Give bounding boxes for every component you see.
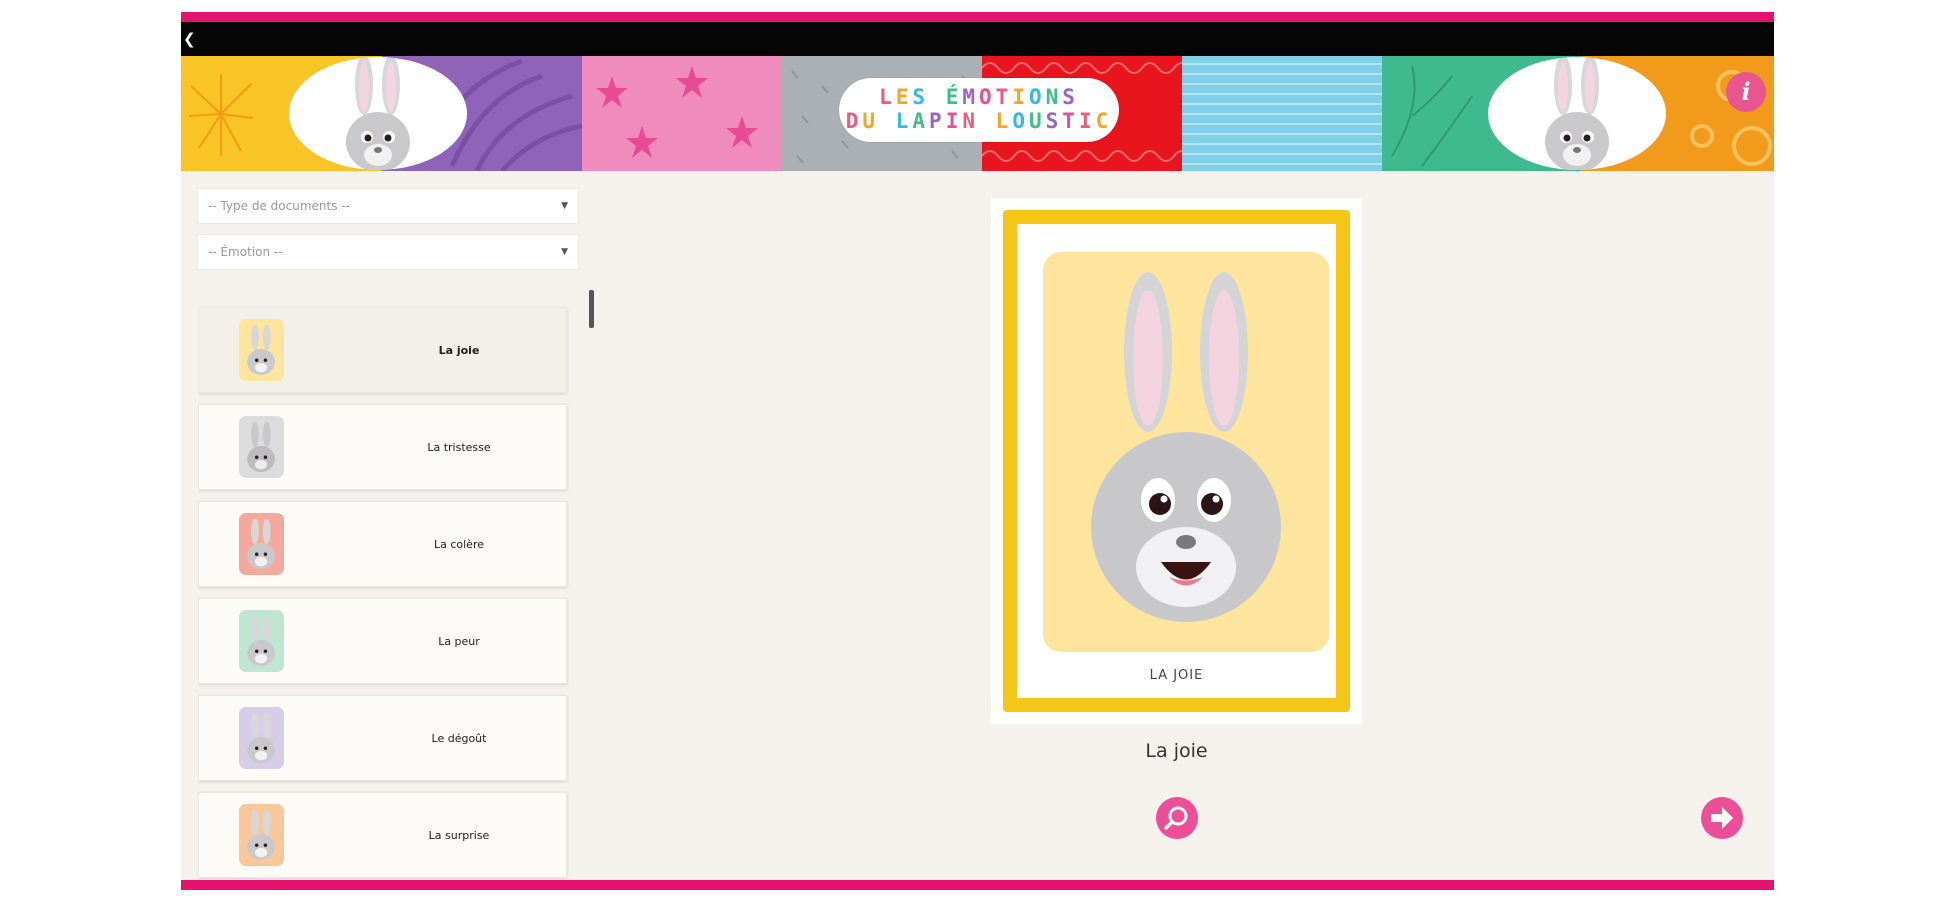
caret-down-icon: ▼ xyxy=(561,247,568,257)
bunny-portrait-left xyxy=(289,57,467,170)
info-icon[interactable]: i xyxy=(1726,72,1766,112)
bunny-icon xyxy=(346,57,410,170)
list-item-label: La tristesse xyxy=(427,441,491,454)
list-scrollbar[interactable] xyxy=(589,290,594,328)
bunny-icon xyxy=(247,616,275,666)
banner-panel-blue xyxy=(1182,56,1382,171)
card-caption: LA JOIE xyxy=(1149,668,1204,683)
thumbnail xyxy=(239,707,284,769)
list-item-la-joie[interactable]: La joie xyxy=(198,307,567,393)
list-item-le-degout[interactable]: Le dégoût xyxy=(198,695,567,781)
emotion-select[interactable]: -- Émotion -- ▼ xyxy=(197,234,579,270)
bunny-icon xyxy=(247,519,275,569)
emotion-list: La joie La tristesse La colère La peur L… xyxy=(198,295,569,885)
document-type-placeholder: -- Type de documents -- xyxy=(208,199,350,213)
selected-item-title: La joie xyxy=(1145,740,1208,762)
bunny-portrait-right xyxy=(1488,57,1666,170)
happy-bunny-icon xyxy=(1091,272,1281,622)
stripe-pattern xyxy=(1182,63,1382,165)
document-type-select[interactable]: -- Type de documents -- ▼ xyxy=(197,188,579,224)
back-arrow-icon[interactable]: ❮ xyxy=(183,30,199,48)
thumbnail xyxy=(239,610,284,672)
bunny-icon xyxy=(247,422,275,472)
star-pattern xyxy=(596,66,758,158)
emotion-card: LA JOIE xyxy=(991,198,1362,724)
header-banner: LES ÉMOTIONS DU LAPIN LOUSTIC i xyxy=(181,56,1774,171)
app-logo: LES ÉMOTIONS DU LAPIN LOUSTIC xyxy=(839,78,1119,142)
thumbnail xyxy=(239,319,284,381)
banner-panel-pink xyxy=(582,56,782,171)
list-item-label: La surprise xyxy=(428,829,490,842)
arrow-right-icon xyxy=(1711,807,1733,829)
list-item-la-tristesse[interactable]: La tristesse xyxy=(198,404,567,490)
next-button[interactable] xyxy=(1701,797,1743,839)
bunny-icon xyxy=(247,810,275,860)
caret-down-icon: ▼ xyxy=(561,201,568,211)
thumbnail xyxy=(239,804,284,866)
bottom-accent-bar xyxy=(181,880,1774,890)
bunny-icon xyxy=(1545,57,1609,170)
logo-title-line2: DU LAPIN LOUSTIC xyxy=(845,109,1113,133)
zoom-button[interactable] xyxy=(1156,797,1198,839)
list-item-label: Le dégoût xyxy=(431,732,487,745)
thumbnail xyxy=(239,416,284,478)
thumbnail xyxy=(239,513,284,575)
top-toolbar: ❮ xyxy=(181,22,1774,56)
bunny-icon xyxy=(247,325,275,375)
card-inner xyxy=(1027,234,1329,688)
list-item-label: La colère xyxy=(433,538,484,551)
bunny-icon xyxy=(247,713,275,763)
app-window: ❮ LES ÉMOTIONS DU LAPIN LOUSTIC i -- Typ… xyxy=(181,12,1774,890)
list-item-la-colere[interactable]: La colère xyxy=(198,501,567,587)
emotion-placeholder: -- Émotion -- xyxy=(208,245,283,259)
logo-title-line1: LES ÉMOTIONS xyxy=(879,85,1079,109)
top-accent-bar xyxy=(181,12,1774,22)
magnifier-icon xyxy=(1164,806,1188,830)
list-item-label: La peur xyxy=(438,635,480,648)
list-item-label: La joie xyxy=(438,344,480,357)
card-illustration xyxy=(1043,252,1329,652)
list-item-la-peur[interactable]: La peur xyxy=(198,598,567,684)
list-item-la-surprise[interactable]: La surprise xyxy=(198,792,567,878)
card-frame xyxy=(1003,210,1350,712)
